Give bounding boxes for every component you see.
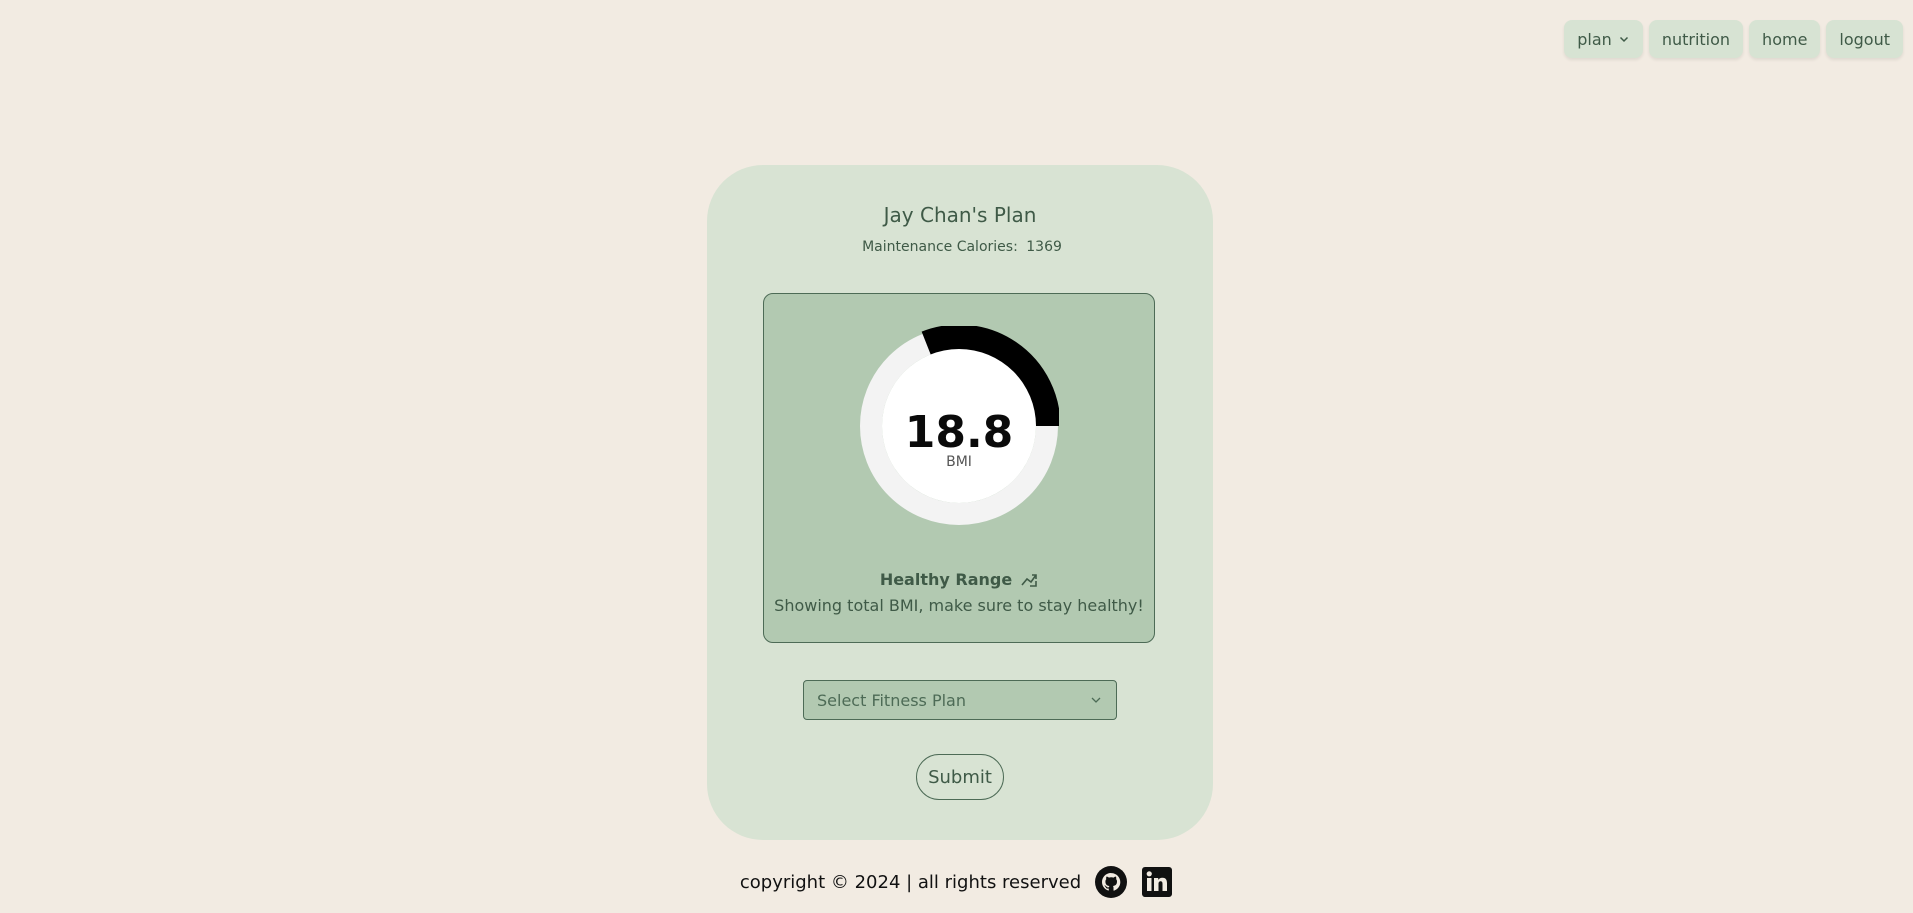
fitness-plan-select[interactable]: Select Fitness Plan xyxy=(803,680,1117,720)
bmi-value: 18.8 xyxy=(904,407,1014,458)
nav-home-button[interactable]: home xyxy=(1749,20,1821,58)
footer: copyright © 2024 | all rights reserved xyxy=(0,866,1913,898)
maintenance-label: Maintenance Calories: xyxy=(862,239,1018,255)
healthy-range-label: Healthy Range xyxy=(879,570,1013,589)
submit-button[interactable]: Submit xyxy=(916,754,1004,800)
nav-logout-button[interactable]: logout xyxy=(1826,20,1903,58)
nav-plan-label: plan xyxy=(1577,29,1612,49)
linkedin-icon[interactable] xyxy=(1141,866,1173,898)
bmi-note: Showing total BMI, make sure to stay hea… xyxy=(774,596,1144,615)
maintenance-calories: Maintenance Calories: 1369 xyxy=(707,239,1213,255)
healthy-range-heading: Healthy Range xyxy=(764,570,1154,589)
fitness-plan-placeholder: Select Fitness Plan xyxy=(817,690,966,710)
bmi-label: BMI xyxy=(946,454,972,470)
bmi-panel: 18.8 BMI Healthy Range Showing total BMI… xyxy=(763,293,1155,643)
trending-icon xyxy=(1021,573,1037,587)
github-icon[interactable] xyxy=(1095,866,1128,898)
page-title: Jay Chan's Plan xyxy=(883,203,1037,227)
social-links xyxy=(1095,866,1173,898)
plan-card: Jay Chan's Plan Maintenance Calories: 13… xyxy=(707,165,1213,840)
chevron-down-icon xyxy=(1091,697,1101,703)
top-nav: plan nutrition home logout xyxy=(1564,20,1903,58)
nav-plan-button[interactable]: plan xyxy=(1564,20,1643,58)
maintenance-value: 1369 xyxy=(1026,239,1062,255)
chevron-down-icon xyxy=(1619,36,1628,43)
nav-nutrition-button[interactable]: nutrition xyxy=(1648,20,1744,58)
copyright-text: copyright © 2024 | all rights reserved xyxy=(739,871,1082,893)
